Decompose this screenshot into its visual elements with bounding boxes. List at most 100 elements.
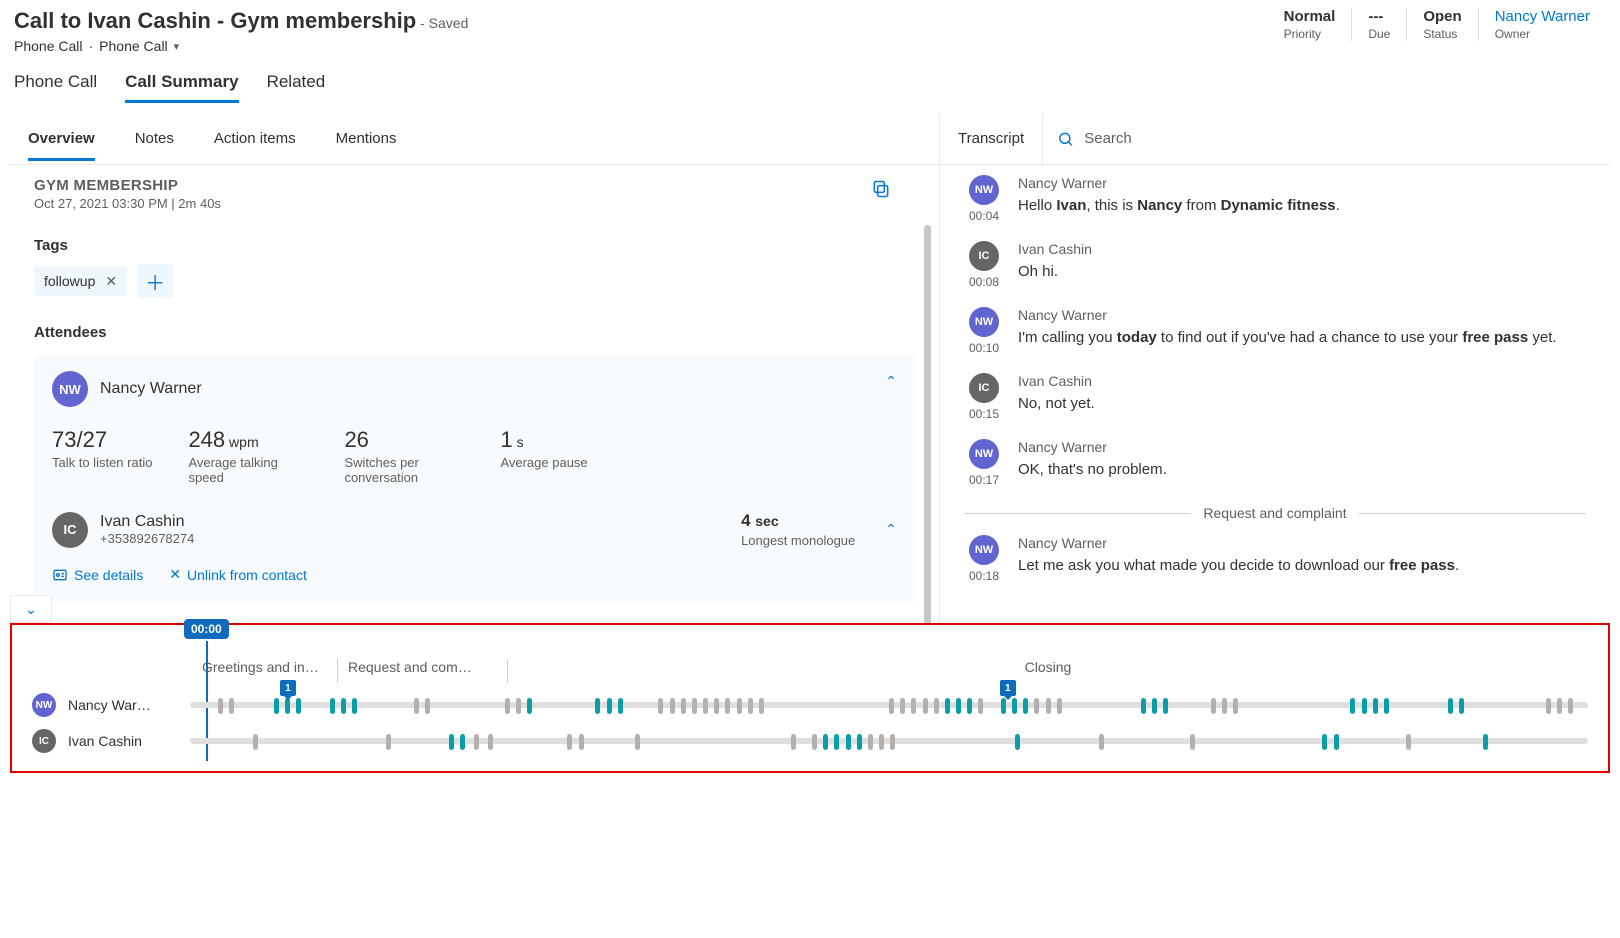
top-tab[interactable]: Phone Call <box>14 72 97 103</box>
attendee-head: NW Nancy Warner <box>52 371 897 407</box>
blip <box>1222 698 1227 714</box>
blip <box>488 734 493 750</box>
monologue-value: 4 <box>741 511 750 530</box>
transcript-message[interactable]: NW 00:04 Nancy Warner Hello Ivan, this i… <box>964 175 1586 223</box>
blip <box>1023 698 1028 714</box>
attendee-name: Nancy Warner <box>100 380 202 398</box>
chevron-down-icon[interactable]: ⌄ <box>10 595 52 623</box>
chevron-down-icon[interactable]: ▾ <box>174 40 180 53</box>
transcript-text: Let me ask you what made you decide to d… <box>1018 555 1586 578</box>
stat-label: Talk to listen ratio <box>52 455 152 470</box>
blip <box>889 698 894 714</box>
header-meta-item[interactable]: Open Status <box>1406 8 1477 41</box>
search-wrap[interactable] <box>1042 113 1610 164</box>
timeline-marker[interactable]: 1 <box>280 680 296 696</box>
playhead[interactable]: 00:00 <box>184 619 229 639</box>
blip <box>1001 698 1006 714</box>
transcript-message[interactable]: NW 00:18 Nancy Warner Let me ask you wha… <box>964 535 1586 583</box>
timeline-track[interactable]: NW Nancy War…11 <box>32 691 1588 719</box>
header-meta-value: --- <box>1368 8 1390 25</box>
blip <box>341 698 346 714</box>
header-meta-label: Priority <box>1284 27 1336 41</box>
stat-label: Average pause <box>500 455 587 470</box>
blip <box>1483 734 1488 750</box>
close-icon[interactable]: ✕ <box>105 273 117 290</box>
timeline-track[interactable]: IC Ivan Cashin <box>32 727 1588 755</box>
blip <box>474 734 479 750</box>
scrollbar-thumb[interactable] <box>924 225 931 625</box>
blip <box>460 734 465 750</box>
top-tab[interactable]: Related <box>267 72 326 103</box>
see-details-link[interactable]: See details <box>52 566 143 583</box>
top-tabs: Phone Call Call Summary Related <box>0 58 1620 103</box>
top-tab[interactable]: Call Summary <box>125 72 238 103</box>
search-input[interactable] <box>1084 130 1596 147</box>
blip <box>527 698 532 714</box>
transcript-message[interactable]: IC 00:15 Ivan Cashin No, not yet. <box>964 373 1586 421</box>
transcript-message[interactable]: IC 00:08 Ivan Cashin Oh hi. <box>964 241 1586 289</box>
blip <box>386 734 391 750</box>
transcript-message[interactable]: NW 00:10 Nancy Warner I'm calling you to… <box>964 307 1586 355</box>
chevron-up-icon[interactable]: ⌃ <box>885 521 897 538</box>
blip <box>978 698 983 714</box>
blip <box>1190 734 1195 750</box>
secondary-tab[interactable]: Overview <box>28 116 95 161</box>
breadcrumb-sep: · <box>89 38 94 54</box>
stat: 1 s Average pause <box>500 427 587 485</box>
blip <box>791 734 796 750</box>
tags-row: followup ✕ ＋ <box>34 264 915 298</box>
stat-value: 248 wpm <box>188 427 308 453</box>
overview-body: GYM MEMBERSHIP Oct 27, 2021 03:30 PM | 2… <box>10 165 939 623</box>
blip <box>218 698 223 714</box>
blip <box>449 734 454 750</box>
track-name: Ivan Cashin <box>68 733 178 749</box>
blip <box>1322 734 1327 750</box>
transcript-speaker: Nancy Warner <box>1018 307 1586 323</box>
blip <box>1373 698 1378 714</box>
transcript-time: 00:10 <box>969 341 999 355</box>
header-meta-item[interactable]: Normal Priority <box>1268 8 1352 41</box>
secondary-tab[interactable]: Mentions <box>336 116 397 161</box>
header-meta-item[interactable]: --- Due <box>1351 8 1406 41</box>
blip <box>748 698 753 714</box>
header-meta-label: Owner <box>1495 27 1590 41</box>
breadcrumb[interactable]: Phone Call · Phone Call ▾ <box>14 38 468 54</box>
avatar: NW <box>969 535 999 565</box>
blip <box>658 698 663 714</box>
playhead-time: 00:00 <box>184 619 229 639</box>
blip <box>692 698 697 714</box>
breadcrumb-a: Phone Call <box>14 38 83 54</box>
transcript-time: 00:08 <box>969 275 999 289</box>
transcript-speaker: Nancy Warner <box>1018 535 1586 551</box>
blip <box>414 698 419 714</box>
attendee-phone: +353892678274 <box>100 531 194 546</box>
blip <box>967 698 972 714</box>
unlink-link[interactable]: ✕ Unlink from contact <box>169 566 307 583</box>
blip <box>681 698 686 714</box>
right-panel: Transcript NW 00:04 Nancy Warner Hello I… <box>940 113 1610 623</box>
add-tag-button[interactable]: ＋ <box>137 264 173 298</box>
track-bar[interactable]: 11 <box>190 702 1588 708</box>
transcript-header: Transcript <box>940 113 1610 165</box>
secondary-tab[interactable]: Action items <box>214 116 296 161</box>
transcript-divider: Request and complaint <box>964 505 1586 521</box>
blip <box>516 698 521 714</box>
blip <box>857 734 862 750</box>
header-meta-item[interactable]: Nancy Warner Owner <box>1478 8 1606 41</box>
close-icon: ✕ <box>169 566 181 583</box>
blip <box>274 698 279 714</box>
transcript-message[interactable]: NW 00:17 Nancy Warner OK, that's no prob… <box>964 439 1586 487</box>
header-meta: Normal Priority--- DueOpen StatusNancy W… <box>1268 8 1606 41</box>
chevron-up-icon[interactable]: ⌃ <box>885 373 897 390</box>
timeline-marker[interactable]: 1 <box>1000 680 1016 696</box>
blip <box>956 698 961 714</box>
secondary-tab[interactable]: Notes <box>135 116 174 161</box>
blip <box>1546 698 1551 714</box>
blip <box>1350 698 1355 714</box>
blip <box>737 698 742 714</box>
blip <box>1046 698 1051 714</box>
blip <box>1448 698 1453 714</box>
tag-chip[interactable]: followup ✕ <box>34 267 127 296</box>
copy-icon[interactable] <box>871 179 891 202</box>
track-bar[interactable] <box>190 738 1588 744</box>
